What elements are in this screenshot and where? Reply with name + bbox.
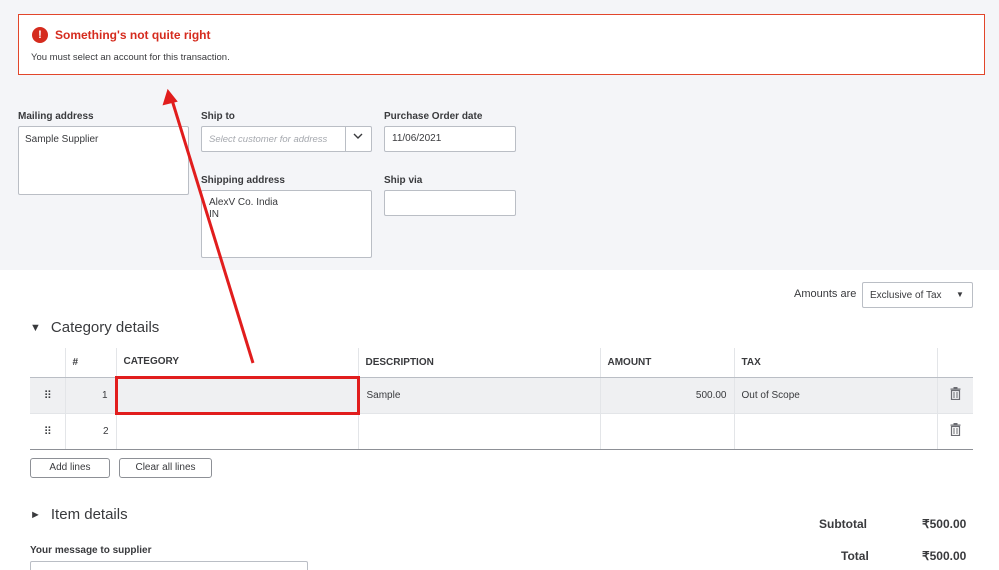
drag-handle-icon[interactable]: ⠿: [30, 377, 65, 414]
clear-all-lines-button[interactable]: Clear all lines: [119, 458, 212, 478]
mailing-address-field[interactable]: Sample Supplier: [18, 126, 189, 195]
amount-cell[interactable]: 500.00: [599, 377, 734, 414]
drag-handle-icon[interactable]: ⠿: [30, 413, 65, 450]
caret-down-icon: ▼: [956, 290, 964, 299]
subtotal-label: Subtotal: [819, 517, 867, 531]
category-details-toggle[interactable]: ▼ Category details: [30, 319, 159, 336]
tax-cell[interactable]: Out of Scope: [733, 377, 937, 414]
amounts-are-select[interactable]: Exclusive of Tax ▼: [862, 282, 973, 308]
purchase-order-date-field[interactable]: 11/06/2021: [384, 126, 516, 152]
error-title: Something's not quite right: [55, 28, 211, 42]
category-details-title: Category details: [50, 319, 160, 336]
amounts-are-label: Amounts are: [794, 288, 857, 300]
amounts-are-value: Exclusive of Tax: [870, 290, 942, 301]
table-row[interactable]: ⠿ 2: [30, 413, 973, 450]
shipping-address-field[interactable]: AlexV Co. India IN: [201, 190, 372, 258]
amount-cell[interactable]: [599, 413, 734, 450]
column-header-tax: TAX: [733, 348, 937, 378]
add-lines-button[interactable]: Add lines: [30, 458, 110, 478]
column-header-amount: AMOUNT: [599, 348, 734, 378]
column-header-num: #: [64, 348, 116, 378]
column-header-description: DESCRIPTION: [357, 348, 600, 378]
ship-to-label: Ship to: [201, 111, 235, 122]
trash-icon[interactable]: [936, 377, 973, 414]
mailing-address-label: Mailing address: [18, 111, 94, 122]
subtotal-value: ₹500.00: [922, 517, 967, 531]
trash-icon[interactable]: [936, 413, 973, 450]
error-message: You must select an account for this tran…: [31, 52, 230, 63]
category-cell[interactable]: [115, 413, 358, 450]
caret-right-icon: ►: [30, 509, 41, 521]
chevron-down-icon[interactable]: [353, 131, 363, 144]
category-cell[interactable]: [114, 375, 360, 415]
category-table: # CATEGORY DESCRIPTION AMOUNT TAX ⠿ 1 Sa…: [30, 348, 973, 450]
error-banner: ! Something's not quite right You must s…: [18, 14, 985, 75]
ship-via-label: Ship via: [384, 175, 423, 186]
shipping-address-line2: IN: [209, 209, 219, 220]
table-row[interactable]: ⠿ 1 Sample 500.00 Out of Scope: [30, 375, 973, 415]
description-cell[interactable]: Sample: [357, 377, 600, 414]
purchase-order-date-value: 11/06/2021: [392, 133, 442, 144]
tax-cell[interactable]: [733, 413, 937, 450]
ship-to-select[interactable]: Select customer for address: [201, 126, 372, 152]
message-to-supplier-label: Your message to supplier: [30, 545, 152, 556]
table-header-row: # CATEGORY DESCRIPTION AMOUNT TAX: [30, 348, 973, 378]
row-number: 1: [64, 377, 116, 414]
total-label: Total: [841, 549, 869, 563]
message-to-supplier-field[interactable]: [30, 561, 308, 570]
total-value: ₹500.00: [922, 549, 967, 563]
mailing-address-value: Sample Supplier: [25, 134, 99, 145]
ship-to-divider: [345, 127, 346, 151]
actions-column-header: [936, 348, 973, 378]
item-details-toggle[interactable]: ► Item details: [30, 506, 128, 523]
shipping-address-label: Shipping address: [201, 175, 285, 186]
item-details-title: Item details: [50, 506, 128, 523]
caret-down-icon: ▼: [30, 322, 41, 334]
row-number: 2: [64, 413, 116, 450]
purchase-order-date-label: Purchase Order date: [384, 111, 483, 122]
exclamation-icon: !: [32, 27, 48, 43]
shipping-address-line1: AlexV Co. India: [209, 197, 278, 208]
ship-to-placeholder: Select customer for address: [209, 134, 328, 145]
description-cell[interactable]: [357, 413, 600, 450]
drag-column-header: [30, 348, 65, 378]
column-header-category: CATEGORY: [115, 348, 358, 378]
ship-via-field[interactable]: [384, 190, 516, 216]
